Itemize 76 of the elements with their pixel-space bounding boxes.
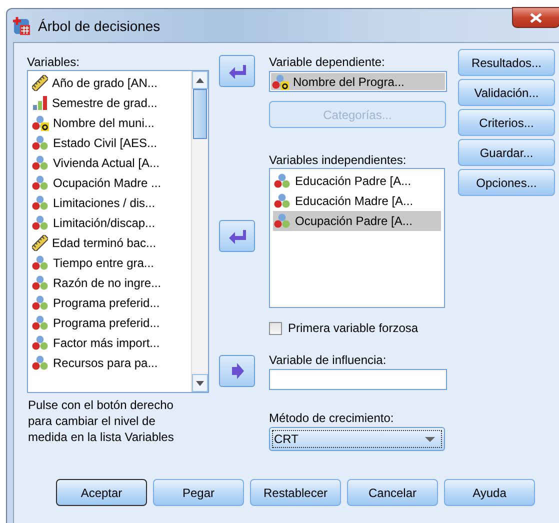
variable-item[interactable]: Semestre de grad... — [31, 93, 188, 113]
decision-tree-icon — [12, 16, 32, 36]
influence-variable-field[interactable] — [269, 369, 447, 390]
variable-item[interactable]: Limitación/discap... — [31, 213, 188, 233]
variable-item[interactable]: Educación Padre [A... — [273, 171, 441, 191]
dialog-button[interactable]: Restablecer — [250, 479, 341, 506]
move-button[interactable] — [219, 355, 255, 387]
dialog-button[interactable]: Cancelar — [347, 479, 438, 506]
nominal-variable-icon — [32, 295, 49, 311]
variables-list[interactable] — [27, 70, 209, 393]
nominal-variable-icon — [32, 215, 49, 231]
side-button[interactable]: Resultados... — [458, 49, 555, 76]
window-title: Árbol de decisiones — [38, 18, 160, 34]
hint-text: Pulse con el botón derecho para cambiar el nivel de medida en la lista Variables — [28, 397, 175, 445]
dependent-variable-label: Variable dependiente: — [269, 55, 386, 69]
dependent-variable-field[interactable]: Nombre del Progra... — [269, 71, 447, 92]
variables-label: Variables: — [27, 55, 80, 69]
side-button[interactable]: Guardar... — [458, 139, 555, 166]
string-variable-icon — [272, 74, 289, 90]
scroll-down-button[interactable] — [192, 374, 208, 392]
dialog-button[interactable]: Aceptar — [56, 479, 147, 506]
move-button[interactable] — [219, 55, 255, 87]
independent-variables-list[interactable]: Educación Padre [A... Educación Madre [A... Ocupación Padre [A... — [269, 168, 445, 308]
growth-method-dropdown[interactable]: CRT — [269, 427, 445, 451]
dialog-button[interactable]: Ayuda — [444, 479, 535, 506]
variable-item[interactable]: Nombre del muni... — [31, 113, 188, 133]
nominal-variable-icon — [32, 255, 49, 271]
caret-icon — [425, 436, 435, 442]
variable-item[interactable]: Recursos para pa... — [31, 353, 188, 373]
growth-method-label: Método de crecimiento: — [269, 411, 395, 425]
string-variable-icon — [32, 115, 49, 131]
nominal-variable-icon — [274, 213, 291, 229]
close-button[interactable] — [512, 7, 559, 28]
nominal-variable-icon — [32, 155, 49, 171]
variable-item[interactable]: Ocupación Madre ... — [31, 173, 188, 193]
nominal-variable-icon — [274, 173, 291, 189]
side-button[interactable]: Validación... — [458, 79, 555, 106]
checkbox[interactable] — [269, 322, 282, 334]
ruler-icon — [32, 75, 48, 91]
nominal-variable-icon — [32, 355, 49, 371]
variable-item[interactable]: Ocupación Padre [A... — [273, 211, 441, 231]
nominal-variable-icon — [32, 195, 49, 211]
nominal-variable-icon — [32, 275, 49, 291]
side-button[interactable]: Criterios... — [458, 109, 555, 136]
variable-item[interactable]: Tiempo entre gra... — [31, 253, 188, 273]
scroll-thumb[interactable] — [193, 89, 207, 139]
side-button[interactable]: Opciones... — [458, 169, 555, 196]
scrollbar[interactable] — [191, 71, 208, 392]
checkbox-label: Primera variable forzosa — [288, 321, 418, 335]
variable-item[interactable]: Año de grado [AN... — [31, 73, 188, 93]
dialog-button[interactable]: Pegar — [153, 479, 244, 506]
nominal-variable-icon — [32, 135, 49, 151]
variable-item[interactable]: Limitaciones / dis... — [31, 193, 188, 213]
variable-item[interactable]: Programa preferid... — [31, 293, 188, 313]
up-caret-icon — [196, 78, 204, 82]
variable-item[interactable]: Educación Madre [A... — [273, 191, 441, 211]
nominal-variable-icon — [274, 193, 291, 209]
variable-item[interactable]: Programa preferid... — [31, 313, 188, 333]
left-arrow-icon — [228, 63, 246, 79]
influence-variable-label: Variable de influencia: — [269, 353, 388, 367]
close-icon — [530, 12, 542, 22]
variable-item[interactable]: Vivienda Actual [A... — [31, 153, 188, 173]
down-caret-icon — [196, 380, 204, 386]
bar-chart-icon — [32, 95, 48, 111]
ruler-icon — [32, 235, 48, 251]
nominal-variable-icon — [32, 315, 49, 331]
scroll-up-button[interactable] — [192, 71, 208, 89]
left-arrow-icon — [228, 228, 246, 244]
independent-variables-label: Variables independientes: — [269, 153, 408, 167]
variable-item[interactable]: Edad terminó bac... — [31, 233, 188, 253]
nominal-variable-icon — [32, 175, 49, 191]
move-button[interactable] — [219, 220, 255, 252]
variable-item[interactable]: Estado Civil [AES... — [31, 133, 188, 153]
nominal-variable-icon — [32, 335, 49, 351]
variable-item[interactable]: Factor más import... — [31, 333, 188, 353]
variable-item[interactable]: Razón de no ingre... — [31, 273, 188, 293]
